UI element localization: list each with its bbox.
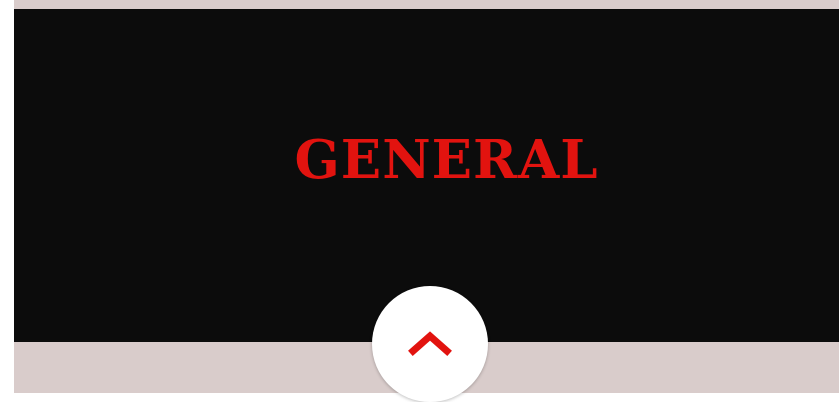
page-title: GENERAL xyxy=(294,129,599,191)
chevron-up-icon xyxy=(408,331,452,356)
scroll-to-top-button[interactable] xyxy=(372,286,488,402)
